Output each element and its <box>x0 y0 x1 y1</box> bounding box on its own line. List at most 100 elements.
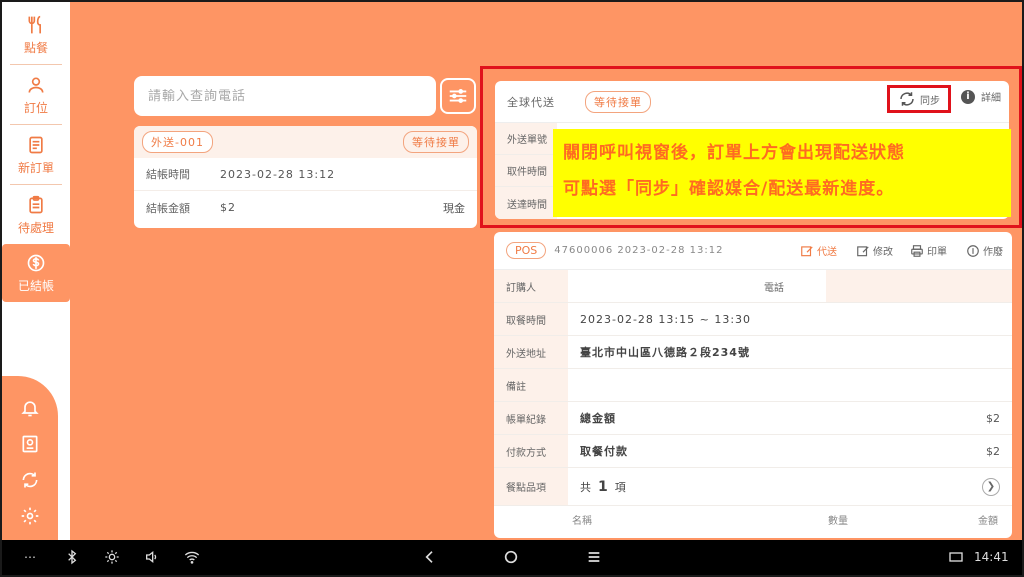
printer-icon <box>911 244 923 257</box>
sync-label: 同步 <box>920 95 940 107</box>
bluetooth-icon[interactable] <box>64 548 80 566</box>
recents-icon[interactable] <box>586 548 602 566</box>
sidebar-item-order[interactable]: 點餐 <box>10 6 62 64</box>
row-label: 備註 <box>494 369 568 401</box>
wifi-icon[interactable] <box>184 548 200 566</box>
info-icon: i <box>961 89 975 104</box>
row-label: 取餐時間 <box>494 303 568 335</box>
order-meta: 47600006 2023-02-28 13:12 <box>554 245 724 256</box>
sidebar-tools <box>2 376 58 540</box>
sidebar-item-label: 訂位 <box>23 100 48 115</box>
order-detail-card: POS 47600006 2023-02-28 13:12 代送 修改 印單 作… <box>494 232 1012 538</box>
row-value: 2023-02-28 13:15 ~ 13:30 <box>580 312 752 326</box>
col-amount: 金額 <box>978 515 998 527</box>
brightness-icon[interactable] <box>104 548 120 566</box>
void-icon <box>967 244 979 257</box>
order-row-checkout-time: 結帳時間 2023-02-28 13:12 <box>134 158 477 191</box>
app-frame: 點餐 訂位 新訂單 待處理 已結帳 請輸入查詢電話 外送-001 等待接單 結帳… <box>2 2 1022 575</box>
back-icon[interactable] <box>422 548 438 566</box>
system-nav-bar: ⋯ 14:41 <box>2 540 1022 575</box>
void-button[interactable]: 作廢 <box>966 243 1003 258</box>
divider <box>10 184 62 185</box>
row-label: 取件時間 <box>495 155 557 186</box>
row-label: 送達時間 <box>495 187 557 219</box>
detail-row-payment: 付款方式 取餐付款 $2 <box>494 435 1012 468</box>
window-icon[interactable] <box>948 548 964 566</box>
row-value: $2 <box>220 201 236 214</box>
utensils-icon <box>28 15 41 33</box>
row-label: 帳單紀錄 <box>494 402 568 434</box>
detail-row-pickup-time: 取餐時間 2023-02-28 13:15 ~ 13:30 <box>494 303 1012 336</box>
delivery-header: 全球代送 等待接單 同步 i 詳細 <box>495 81 1009 123</box>
deliver-label: 代送 <box>817 247 837 258</box>
detail-label: 詳細 <box>981 93 1001 104</box>
detail-header: POS 47600006 2023-02-28 13:12 代送 修改 印單 作… <box>494 232 1012 270</box>
more-icon[interactable]: ⋯ <box>24 548 36 566</box>
search-input[interactable] <box>148 88 422 104</box>
row-label: 結帳時間 <box>146 168 190 181</box>
row-label: 外送單號 <box>495 123 557 154</box>
order-tag: 外送-001 <box>142 131 213 153</box>
detail-row-orderer: 訂購人 電話 <box>494 270 1012 303</box>
sidebar: 點餐 訂位 新訂單 待處理 已結帳 <box>2 2 70 540</box>
sidebar-item-label: 點餐 <box>23 40 48 55</box>
row-value: 取餐付款 <box>580 445 628 458</box>
sidebar-item-pending[interactable]: 待處理 <box>10 186 62 244</box>
dollar-circle-icon <box>27 254 45 271</box>
divider <box>10 64 62 65</box>
bell-icon[interactable] <box>20 398 40 418</box>
clipboard-icon <box>29 195 43 213</box>
delivery-provider: 全球代送 <box>507 95 555 109</box>
print-button[interactable]: 印單 <box>910 243 947 258</box>
deliver-button[interactable]: 代送 <box>800 243 837 258</box>
row-label: 餐點品項 <box>494 468 568 505</box>
print-label: 印單 <box>927 247 947 258</box>
modify-button[interactable]: 修改 <box>856 243 893 258</box>
phone-value <box>826 270 1012 302</box>
sidebar-item-reservation[interactable]: 訂位 <box>10 66 62 124</box>
detail-row-items: 餐點品項 共 1 項 ❯ <box>494 468 1012 506</box>
order-status-badge: 等待接單 <box>403 131 469 153</box>
sync-button[interactable]: 同步 <box>887 85 951 113</box>
gear-icon[interactable] <box>20 506 40 526</box>
person-icon <box>28 77 44 93</box>
col-qty: 數量 <box>828 515 848 527</box>
order-card-header: 外送-001 等待接單 <box>134 126 477 158</box>
expand-items-button[interactable]: ❯ <box>982 477 1000 496</box>
bill-amount: $2 <box>986 411 1000 425</box>
annotation-callout: 關閉呼叫視窗後，訂單上方會出現配送狀態 可點選「同步」確認媒合/配送最新進度。 <box>553 129 1011 217</box>
refresh-icon[interactable] <box>20 470 40 490</box>
chevron-right-icon: ❯ <box>986 481 996 492</box>
items-summary: 共 1 項 <box>568 479 627 495</box>
delivery-status-badge: 等待接單 <box>585 90 651 113</box>
receipt-icon[interactable] <box>20 434 40 454</box>
payment-type: 現金 <box>443 201 465 215</box>
filter-button[interactable] <box>440 78 476 114</box>
row-label: 付款方式 <box>494 435 568 467</box>
detail-button[interactable]: i 詳細 <box>961 89 1001 104</box>
sidebar-item-label: 待處理 <box>17 220 54 235</box>
sidebar-item-new-order[interactable]: 新訂單 <box>10 126 62 184</box>
volume-icon[interactable] <box>144 548 160 566</box>
search-box <box>134 76 436 116</box>
sync-icon <box>900 92 914 106</box>
items-count: 1 <box>598 478 609 495</box>
home-icon[interactable] <box>503 548 519 566</box>
delivery-status-highlight: 全球代送 等待接單 同步 i 詳細 外送單號 39577335 取件時間 <box>480 66 1022 228</box>
divider <box>10 124 62 125</box>
items-column-headers: 名稱 數量 金額 <box>494 506 1012 532</box>
payment-amount: $2 <box>986 444 1000 458</box>
edit-square-icon <box>801 245 813 256</box>
callout-line-1: 關閉呼叫視窗後，訂單上方會出現配送狀態 <box>563 143 905 163</box>
order-row-checkout-amount: 結帳金額 $2 現金 <box>134 191 477 224</box>
row-label: 訂購人 <box>494 270 568 302</box>
pos-tag: POS <box>506 242 547 259</box>
order-card[interactable]: 外送-001 等待接單 結帳時間 2023-02-28 13:12 結帳金額 $… <box>134 126 477 228</box>
callout-line-2: 可點選「同步」確認媒合/配送最新進度。 <box>563 179 895 199</box>
sidebar-item-checked-out[interactable]: 已結帳 <box>2 244 70 302</box>
row-value: 總金額 <box>580 412 616 425</box>
sidebar-item-label: 新訂單 <box>17 160 54 175</box>
row-label: 外送地址 <box>494 336 568 368</box>
sliders-icon <box>449 89 467 103</box>
row-label: 結帳金額 <box>146 201 190 215</box>
